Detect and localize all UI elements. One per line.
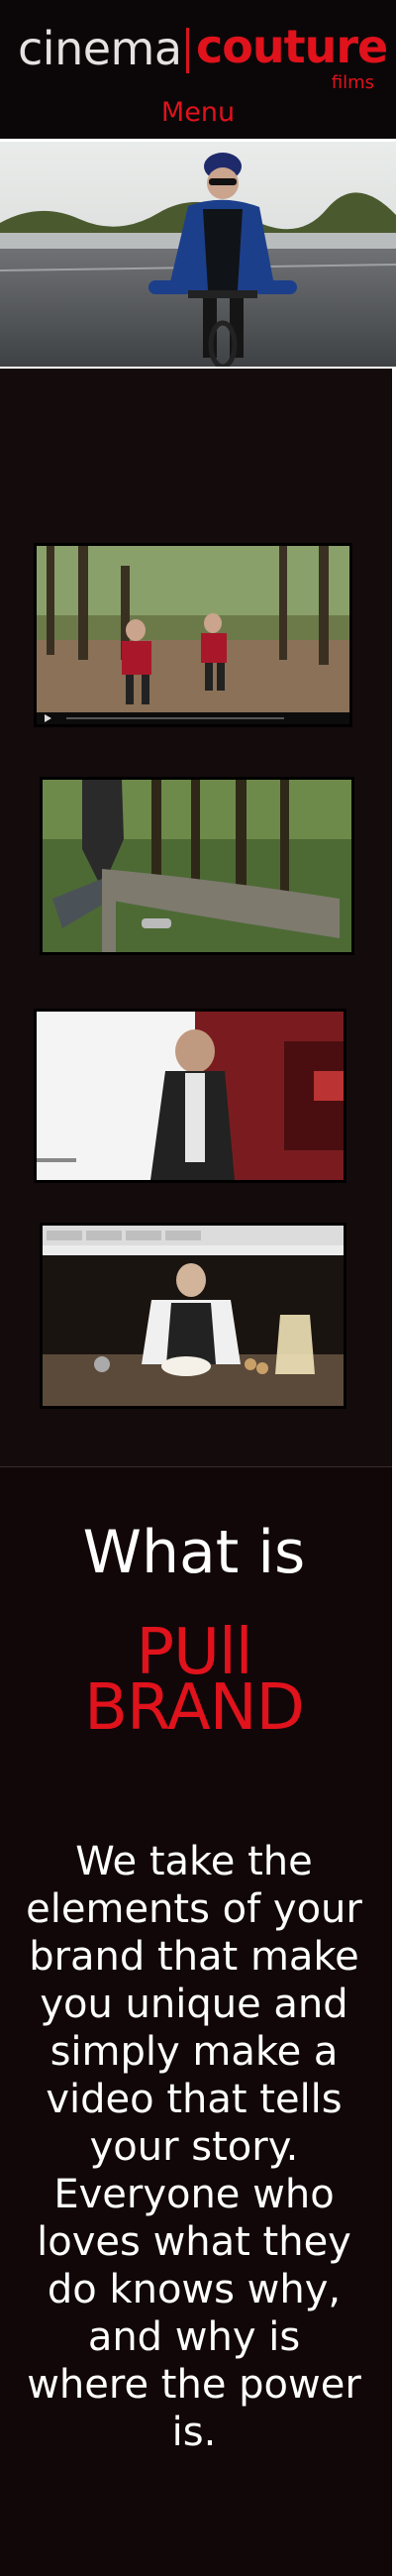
site-logo[interactable]: cinema couture films bbox=[18, 18, 388, 93]
logo-divider bbox=[186, 28, 189, 73]
hero-image bbox=[0, 142, 396, 367]
video-log-jump[interactable] bbox=[40, 777, 354, 955]
video-log-jump-thumbnail bbox=[43, 780, 351, 952]
videos-section bbox=[0, 369, 396, 1466]
about-description: We take the elements of your brand that … bbox=[26, 1839, 362, 2455]
video-forest-run-thumbnail bbox=[37, 546, 349, 724]
about-brand-name: PUll BRAND bbox=[0, 1621, 388, 1745]
logo-couture-text: couture bbox=[196, 20, 388, 73]
logo-films-text: films bbox=[331, 72, 374, 93]
page: cinema couture films Menu What is PUll B… bbox=[0, 0, 396, 2576]
video-studio-interview[interactable] bbox=[34, 1009, 346, 1183]
hero-cyclist-photo bbox=[0, 142, 396, 367]
video-kitchen-baking-thumbnail bbox=[43, 1226, 344, 1406]
menu-button[interactable]: Menu bbox=[0, 93, 396, 133]
video-studio-interview-thumbnail bbox=[37, 1012, 344, 1180]
about-section: What is PUll BRAND We take the elements … bbox=[0, 1466, 396, 2576]
brand-line-2: BRAND bbox=[84, 1671, 305, 1745]
site-header: cinema couture films Menu bbox=[0, 0, 396, 139]
about-heading: What is bbox=[82, 1518, 306, 1587]
logo-cinema-text: cinema bbox=[18, 22, 182, 75]
video-kitchen-baking[interactable] bbox=[40, 1223, 346, 1409]
video-forest-run[interactable] bbox=[34, 543, 352, 727]
